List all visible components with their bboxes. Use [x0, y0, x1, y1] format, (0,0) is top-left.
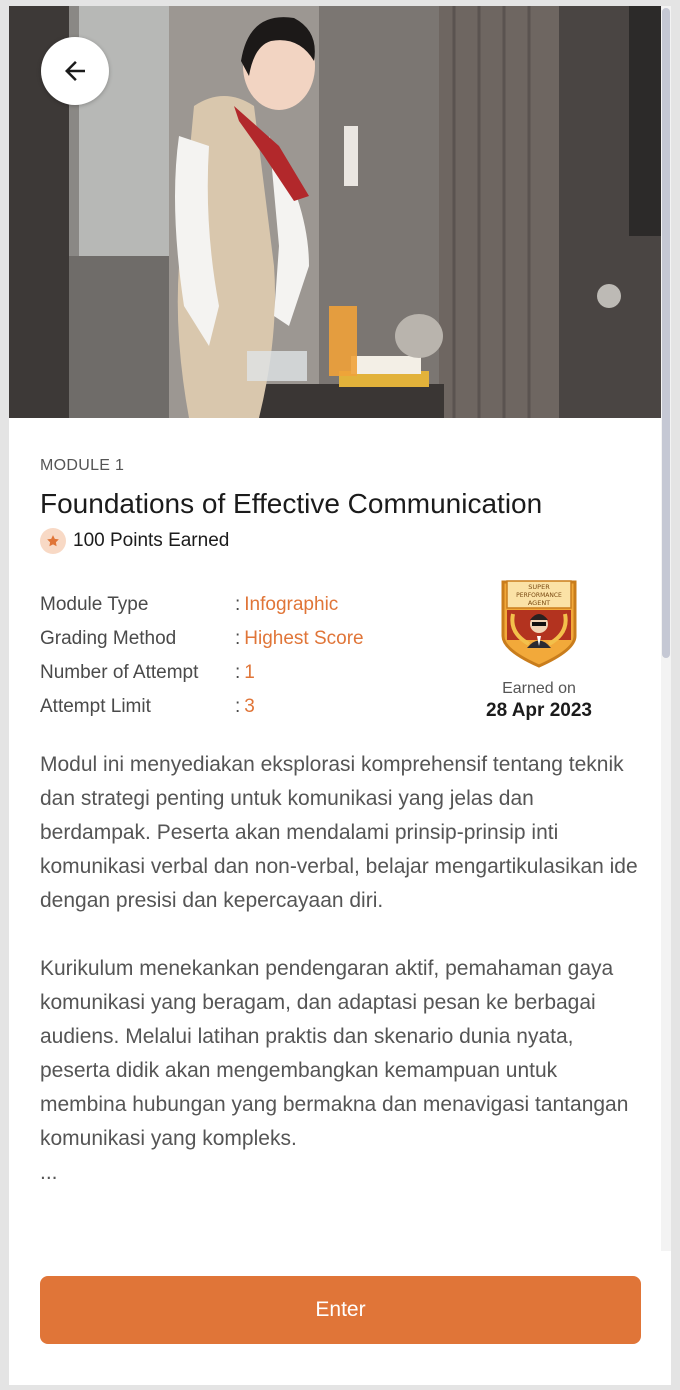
description-paragraph: Kurikulum menekankan pendengaran aktif, … [40, 957, 629, 1150]
badge-line-1: SUPER [528, 583, 550, 591]
points-text: 100 Points Earned [73, 530, 230, 551]
description-ellipsis: ... [40, 1161, 58, 1184]
back-button[interactable] [41, 37, 109, 105]
badge-line-2: PERFORMANCE [516, 592, 562, 599]
module-number-label: MODULE 1 [40, 457, 125, 474]
enter-button[interactable]: Enter [40, 1276, 641, 1344]
info-separator: : [235, 628, 241, 649]
earned-date: 28 Apr 2023 [486, 700, 592, 721]
info-row-module-type: Module Type : Infographic [40, 588, 460, 622]
info-label: Number of Attempt [40, 662, 199, 683]
info-row-attempt-limit: Attempt Limit : 3 [40, 690, 460, 724]
earned-on-label: Earned on [502, 680, 576, 697]
scrollbar-thumb[interactable] [662, 8, 670, 658]
info-value: 1 [244, 662, 255, 683]
info-value: Highest Score [244, 628, 364, 649]
arrow-left-icon [65, 61, 85, 81]
module-description: Modul ini menyediakan eksplorasi kompreh… [40, 748, 640, 1190]
info-label: Grading Method [40, 628, 177, 649]
info-separator: : [235, 696, 241, 717]
points-badge [40, 528, 66, 554]
badge-line-3: AGENT [528, 599, 550, 607]
module-info-table: Module Type : Infographic Grading Method… [40, 588, 460, 724]
achievement-badge-area: SUPER PERFORMANCE AGENT Earned on 28 Apr… [471, 578, 607, 722]
star-icon [47, 535, 59, 547]
info-row-grading-method: Grading Method : Highest Score [40, 622, 460, 656]
info-separator: : [235, 662, 241, 683]
points-earned: 100 Points Earned [40, 528, 229, 554]
description-paragraph: Modul ini menyediakan eksplorasi kompreh… [40, 753, 638, 912]
super-performance-agent-badge-icon: SUPER PERFORMANCE AGENT [501, 580, 577, 668]
info-value: 3 [244, 696, 255, 717]
info-separator: : [235, 594, 241, 615]
info-label: Module Type [40, 594, 149, 615]
module-title: Foundations of Effective Communication [40, 488, 543, 519]
info-value: Infographic [244, 594, 339, 615]
info-label: Attempt Limit [40, 696, 151, 717]
module-detail-screen: MODULE 1 Foundations of Effective Commun… [9, 6, 671, 1385]
info-row-number-of-attempt: Number of Attempt : 1 [40, 656, 460, 690]
